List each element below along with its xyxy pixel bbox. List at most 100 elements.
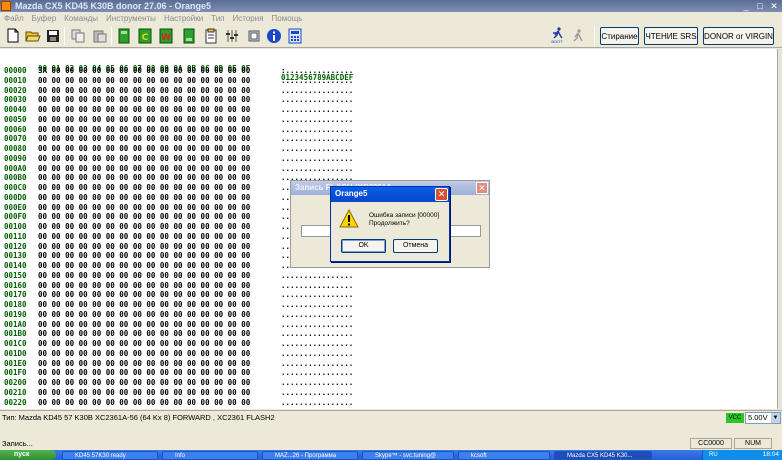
hex-row-bytes[interactable]: 00 00 00 00 00 00 00 00 00 00 00 00 00 0… [38, 144, 250, 153]
hex-row-bytes[interactable]: 00 00 00 00 00 00 00 00 00 00 00 00 00 0… [38, 154, 250, 163]
hex-row-bytes[interactable]: 00 00 00 00 00 00 00 00 00 00 00 00 00 0… [38, 310, 250, 319]
hex-row-bytes[interactable]: 00 00 00 00 00 00 00 00 00 00 00 00 00 0… [38, 86, 250, 95]
hex-row-ascii[interactable]: ................ [281, 300, 353, 309]
hex-row-bytes[interactable]: 00 00 00 00 00 00 00 00 00 00 00 00 00 0… [38, 222, 250, 231]
close-icon[interactable]: ✕ [435, 188, 448, 201]
maximize-button[interactable]: □ [754, 1, 766, 11]
hex-row-ascii[interactable]: ................ [281, 115, 353, 124]
menu-buffer[interactable]: Буфер [28, 14, 60, 23]
hex-row-bytes[interactable]: 00 00 00 00 00 00 00 00 00 00 00 00 00 0… [38, 320, 250, 329]
chevron-down-icon[interactable]: ▼ [771, 413, 780, 423]
open-folder-icon[interactable] [25, 27, 41, 44]
hex-row-bytes[interactable]: 00 00 00 00 00 00 00 00 00 00 00 00 00 0… [38, 173, 250, 182]
title-bar[interactable]: Mazda CX5 KD45 K30B donor 27.06 - Orange… [0, 0, 782, 12]
hex-row-ascii[interactable]: ................ [281, 154, 353, 163]
hex-row-bytes[interactable]: 00 00 00 00 00 00 00 00 00 00 00 00 00 0… [38, 398, 250, 407]
close-icon[interactable]: ✕ [476, 182, 488, 194]
hex-row-bytes[interactable]: 00 00 00 00 00 00 00 00 00 00 00 00 00 0… [38, 349, 250, 358]
hex-row-bytes[interactable]: 00 00 00 00 00 00 00 00 00 00 00 00 00 0… [38, 329, 250, 338]
hex-row-ascii[interactable]: :............... [281, 66, 353, 75]
hex-row-ascii[interactable]: ................ [281, 368, 353, 377]
hex-row-bytes[interactable]: 00 00 00 00 00 00 00 00 00 00 00 00 00 0… [38, 368, 250, 377]
clipboard-icon[interactable] [203, 27, 219, 44]
hex-row-ascii[interactable]: ................ [281, 310, 353, 319]
hex-row-bytes[interactable]: 00 00 00 00 00 00 00 00 00 00 00 00 00 0… [38, 125, 250, 134]
hex-row-bytes[interactable]: 00 00 00 00 00 00 00 00 00 00 00 00 00 0… [38, 232, 250, 241]
hex-row-bytes[interactable]: 00 00 00 00 00 00 00 00 00 00 00 00 00 0… [38, 76, 250, 85]
checksum-icon[interactable]: C [137, 27, 153, 44]
hex-row-bytes[interactable]: 00 00 00 00 00 00 00 00 00 00 00 00 00 0… [38, 203, 250, 212]
menu-help[interactable]: Помощь [268, 14, 307, 23]
hex-row-ascii[interactable]: ................ [281, 95, 353, 104]
hex-row-ascii[interactable]: ................ [281, 271, 353, 280]
vertical-scrollbar[interactable] [777, 49, 782, 409]
hex-row-ascii[interactable]: ................ [281, 76, 353, 85]
hex-row-ascii[interactable]: ................ [281, 378, 353, 387]
hex-row-bytes[interactable]: 3A 00 00 00 00 00 00 00 00 00 00 00 00 0… [38, 66, 250, 75]
hex-row-bytes[interactable]: 00 00 00 00 00 00 00 00 00 00 00 00 00 0… [38, 115, 250, 124]
donor-or-virgin-button[interactable]: DONOR or VIRGIN [703, 27, 774, 45]
hex-row-ascii[interactable]: ................ [281, 398, 353, 407]
hex-row-ascii[interactable]: ................ [281, 134, 353, 143]
hex-row-bytes[interactable]: 00 00 00 00 00 00 00 00 00 00 00 00 00 0… [38, 271, 250, 280]
settings-icon[interactable] [246, 27, 262, 44]
read-srs-button[interactable]: ЧТЕНИЕ SRS [644, 27, 698, 45]
hex-row-ascii[interactable]: ................ [281, 290, 353, 299]
new-file-icon[interactable] [5, 27, 21, 44]
hex-row-bytes[interactable]: 00 00 00 00 00 00 00 00 00 00 00 00 00 0… [38, 212, 250, 221]
settings-sliders-icon[interactable] [224, 27, 240, 44]
hex-row-ascii[interactable]: ................ [281, 388, 353, 397]
menu-type[interactable]: Тип [207, 14, 228, 23]
hex-row-bytes[interactable]: 00 00 00 00 00 00 00 00 00 00 00 00 00 0… [38, 183, 250, 192]
hex-row-ascii[interactable]: ................ [281, 320, 353, 329]
hex-row-bytes[interactable]: 00 00 00 00 00 00 00 00 00 00 00 00 00 0… [38, 134, 250, 143]
hex-row-ascii[interactable]: ................ [281, 359, 353, 368]
tray-language[interactable]: RU [709, 450, 718, 460]
taskbar-item[interactable]: Skype™ - svc.tuning@ [362, 451, 454, 460]
menu-history[interactable]: История [229, 14, 268, 23]
hex-row-bytes[interactable]: 00 00 00 00 00 00 00 00 00 00 00 00 00 0… [38, 388, 250, 397]
menu-tools[interactable]: Инструменты [102, 14, 160, 23]
hex-row-bytes[interactable]: 00 00 00 00 00 00 00 00 00 00 00 00 00 0… [38, 290, 250, 299]
hex-row-bytes[interactable]: 00 00 00 00 00 00 00 00 00 00 00 00 00 0… [38, 378, 250, 387]
hex-row-bytes[interactable]: 00 00 00 00 00 00 00 00 00 00 00 00 00 0… [38, 281, 250, 290]
hex-row-ascii[interactable]: ................ [281, 339, 353, 348]
hex-row-bytes[interactable]: 00 00 00 00 00 00 00 00 00 00 00 00 00 0… [38, 359, 250, 368]
start-button[interactable]: пуск [0, 450, 56, 460]
hex-row-ascii[interactable]: ................ [281, 86, 353, 95]
hex-row-ascii[interactable]: ................ [281, 281, 353, 290]
taskbar-item-active[interactable]: Mazda CX5 KD45 K30... [554, 451, 652, 460]
paste-icon[interactable] [92, 27, 108, 44]
copy-icon[interactable] [70, 27, 86, 44]
hex-row-bytes[interactable]: 00 00 00 00 00 00 00 00 00 00 00 00 00 0… [38, 300, 250, 309]
hex-row-bytes[interactable]: 00 00 00 00 00 00 00 00 00 00 00 00 00 0… [38, 193, 250, 202]
hex-row-bytes[interactable]: 00 00 00 00 00 00 00 00 00 00 00 00 00 0… [38, 339, 250, 348]
hex-row-bytes[interactable]: 00 00 00 00 00 00 00 00 00 00 00 00 00 0… [38, 251, 250, 260]
cancel-button[interactable]: Отмена [393, 239, 438, 253]
error-dialog-titlebar[interactable]: Orange5 ✕ [331, 187, 449, 202]
taskbar-item[interactable]: kcsoft [458, 451, 550, 460]
hex-row-bytes[interactable]: 00 00 00 00 00 00 00 00 00 00 00 00 00 0… [38, 164, 250, 173]
hex-row-bytes[interactable]: 00 00 00 00 00 00 00 00 00 00 00 00 00 0… [38, 105, 250, 114]
hex-row-bytes[interactable]: 00 00 00 00 00 00 00 00 00 00 00 00 00 0… [38, 95, 250, 104]
taskbar-item[interactable]: KD45 57K30 ready [62, 451, 158, 460]
taskbar-item[interactable]: Info [162, 451, 258, 460]
taskbar-item[interactable]: MAZ...26 - Программа [262, 451, 358, 460]
minimize-button[interactable]: _ [740, 1, 752, 11]
calculator-icon[interactable] [287, 27, 303, 44]
close-button[interactable]: ✕ [768, 1, 780, 11]
hex-row-ascii[interactable]: ................ [281, 329, 353, 338]
erase-button[interactable]: Стирание [600, 27, 639, 45]
save-icon[interactable] [45, 27, 61, 44]
hex-row-bytes[interactable]: 00 00 00 00 00 00 00 00 00 00 00 00 00 0… [38, 242, 250, 251]
boot-icon[interactable]: BOOT [548, 27, 566, 44]
walking-man-icon[interactable] [570, 27, 586, 44]
hex-row-bytes[interactable]: 00 00 00 00 00 00 00 00 00 00 00 00 00 0… [38, 261, 250, 270]
menu-file[interactable]: Файл [0, 14, 28, 23]
write-icon[interactable]: W [158, 27, 174, 44]
hex-row-ascii[interactable]: ................ [281, 349, 353, 358]
voltage-select[interactable]: 5.00V ▼ [745, 412, 781, 424]
stack-icon[interactable] [181, 27, 197, 44]
green-chip-icon[interactable] [116, 27, 132, 44]
ok-button[interactable]: OK [341, 239, 386, 253]
